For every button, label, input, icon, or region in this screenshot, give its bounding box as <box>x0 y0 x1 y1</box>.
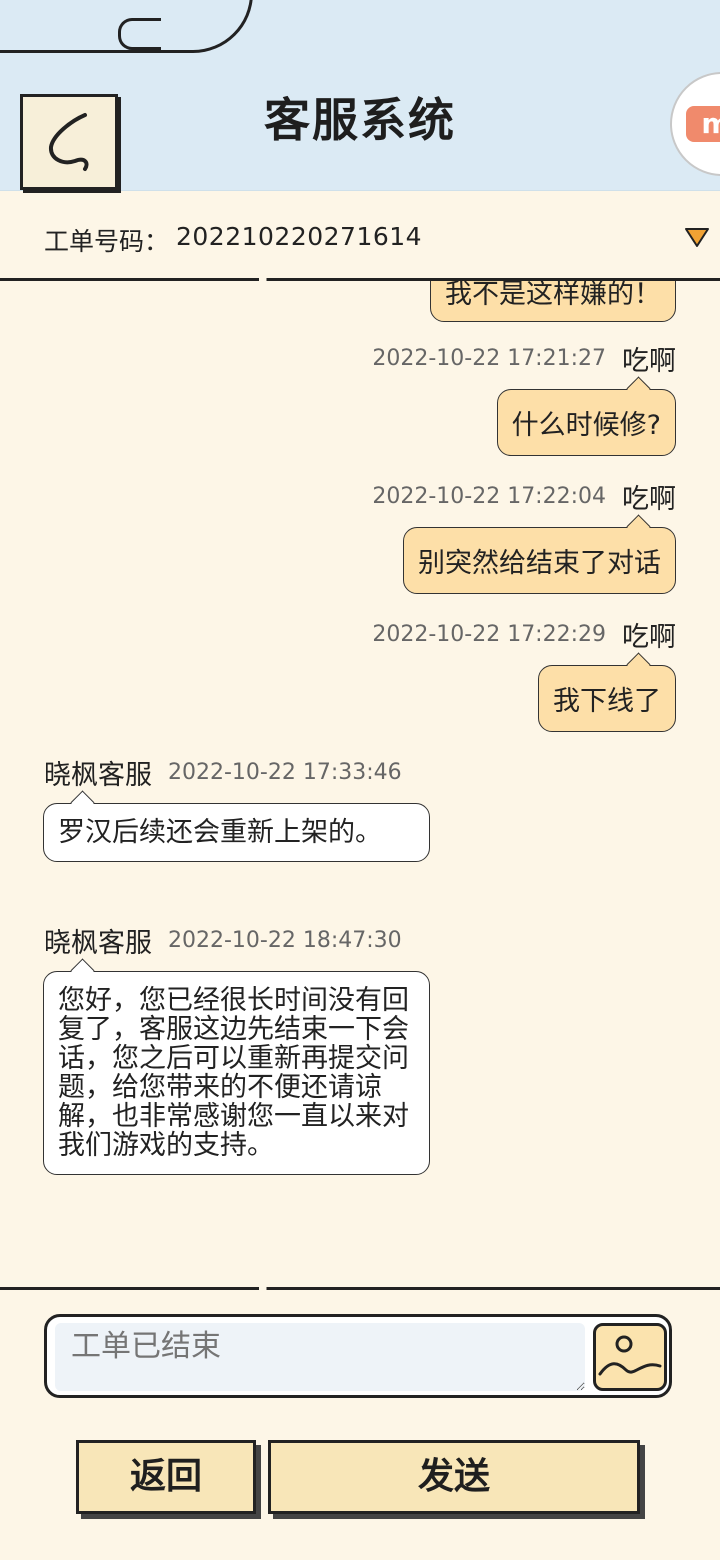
chat-bubble-agent: 您好，您已经很长时间没有回复了，客服这边先结束一下会话，您之后可以重新再提交问题… <box>43 971 430 1175</box>
chat-bubble-user: 我下线了 <box>538 665 676 732</box>
back-button[interactable]: 返回 <box>76 1440 256 1514</box>
ticket-row: 工单号码： 202210220271614 <box>0 190 720 280</box>
chat-history[interactable]: 我不是这样嫌的！ 2022-10-22 17:21:27 吃啊 什么时候修? 2… <box>0 281 720 1287</box>
image-upload-button[interactable] <box>593 1323 667 1391</box>
sender-name: 晓枫客服 <box>44 759 152 791</box>
message-text: 您好，您已经很长时间没有回复了，客服这边先结束一下会话，您之后可以重新再提交问题… <box>58 985 409 1161</box>
message-meta: 晓枫客服 2022-10-22 17:33:46 <box>44 752 402 792</box>
message-text: 罗汉后续还会重新上架的。 <box>58 817 382 848</box>
chat-bubble-user: 别突然给结束了对话 <box>403 527 676 594</box>
header: 客服系统 m <box>0 0 720 191</box>
sender-name: 吃啊 <box>622 345 676 377</box>
sender-name: 晓枫客服 <box>44 927 152 959</box>
message-time: 2022-10-22 17:22:29 <box>372 621 606 647</box>
divider-bottom <box>0 1287 720 1290</box>
page-title: 客服系统 <box>264 93 456 147</box>
message-meta: 2022-10-22 17:21:27 吃啊 <box>372 338 676 378</box>
sender-name: 吃啊 <box>622 483 676 515</box>
chat-bubble-agent: 罗汉后续还会重新上架的。 <box>43 803 430 862</box>
ticket-label: 工单号码： <box>44 227 170 256</box>
message-time: 2022-10-22 17:22:04 <box>372 483 606 509</box>
message-text: 什么时候修? <box>511 410 661 441</box>
customer-service-screen: 客服系统 m 工单号码： 202210220271614 我不是这样嫌的！ 20… <box>0 0 720 1560</box>
message-meta: 2022-10-22 17:22:29 吃啊 <box>372 614 676 654</box>
message-text: 别突然给结束了对话 <box>418 548 661 579</box>
chat-bubble-user-partial: 我不是这样嫌的！ <box>430 281 676 322</box>
message-meta: 2022-10-22 17:22:04 吃啊 <box>372 476 676 516</box>
message-time: 2022-10-22 17:21:27 <box>372 345 606 371</box>
image-icon <box>598 1335 662 1376</box>
message-meta: 晓枫客服 2022-10-22 18:47:30 <box>44 920 402 960</box>
message-text: 我下线了 <box>553 686 661 717</box>
composer <box>44 1314 672 1398</box>
send-button[interactable]: 发送 <box>268 1440 640 1514</box>
chat-bubble-user: 什么时候修? <box>496 389 676 456</box>
message-input[interactable] <box>55 1323 585 1391</box>
message-time: 2022-10-22 17:33:46 <box>168 759 402 785</box>
brand-logo-icon: m <box>686 106 720 142</box>
dropdown-triangle-icon[interactable] <box>684 226 710 248</box>
cloud-hook-decoration <box>118 18 161 50</box>
sender-name: 吃啊 <box>622 621 676 653</box>
message-time: 2022-10-22 18:47:30 <box>168 927 402 953</box>
ticket-number: 202210220271614 <box>176 222 423 251</box>
message-text: 我不是这样嫌的！ <box>445 281 661 310</box>
